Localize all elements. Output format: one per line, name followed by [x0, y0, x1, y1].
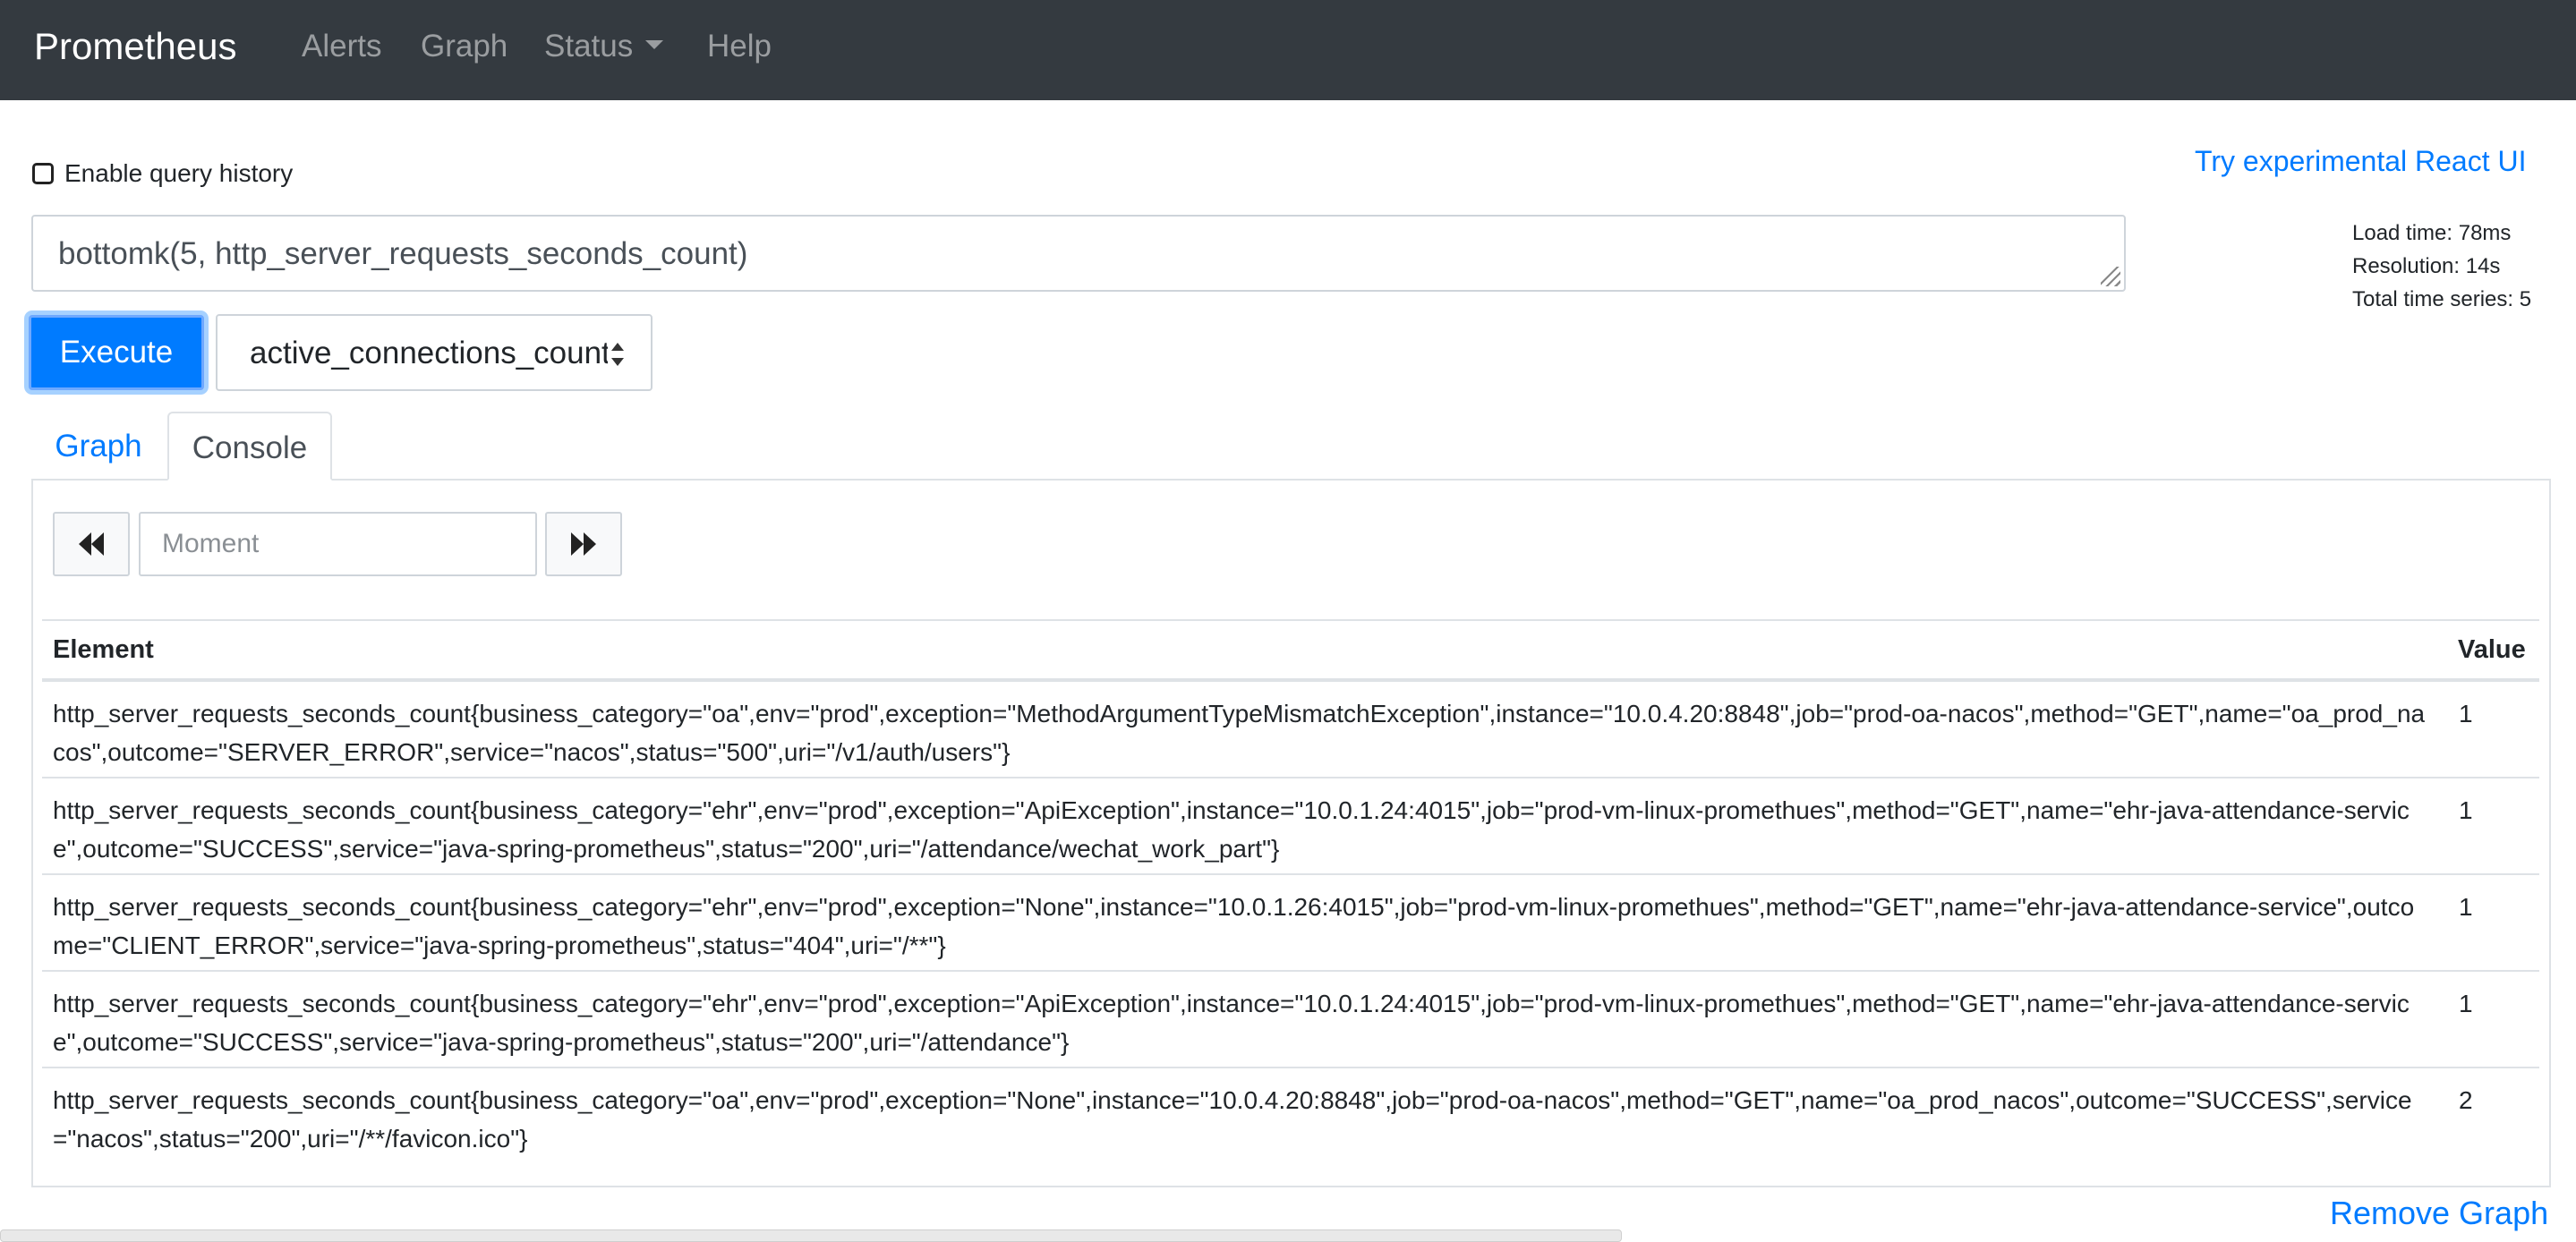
value-cell: 1 [2459, 796, 2473, 824]
expression-input[interactable]: bottomk(5, http_server_requests_seconds_… [31, 215, 2126, 292]
value-cell: 2 [2459, 1086, 2473, 1114]
nav-status[interactable]: Status [544, 27, 664, 66]
table-row: http_server_requests_seconds_count{busin… [42, 1068, 2539, 1165]
query-history-checkbox[interactable] [32, 163, 54, 184]
moment-forward-button[interactable] [545, 512, 622, 576]
remove-graph-link[interactable]: Remove Graph [2330, 1194, 2548, 1233]
total-time-series: Total time series: 5 [2352, 287, 2532, 311]
nav-help[interactable]: Help [707, 27, 772, 66]
tab-graph[interactable]: Graph [31, 412, 166, 481]
nav-graph[interactable]: Graph [421, 27, 508, 66]
tab-console[interactable]: Console [167, 412, 332, 481]
table-row: http_server_requests_seconds_count{busin… [42, 682, 2539, 778]
query-history-label: Enable query history [64, 159, 294, 187]
metric-select[interactable]: active_connections_count [216, 314, 653, 391]
column-header-value: Value [2458, 635, 2526, 664]
value-cell: 1 [2459, 700, 2473, 727]
fast-backward-icon [79, 532, 104, 556]
table-top-border [42, 619, 2539, 621]
table-row: http_server_requests_seconds_count{busin… [42, 778, 2539, 875]
element-cell: http_server_requests_seconds_count{busin… [53, 1086, 2412, 1153]
table-row: http_server_requests_seconds_count{busin… [42, 972, 2539, 1068]
execute-button[interactable]: Execute [29, 315, 204, 390]
value-cell: 1 [2459, 893, 2473, 921]
value-cell: 1 [2459, 990, 2473, 1017]
element-cell: http_server_requests_seconds_count{busin… [53, 893, 2415, 959]
nav-alerts[interactable]: Alerts [302, 27, 381, 66]
nav-status-label: Status [544, 29, 634, 64]
fast-forward-icon [571, 532, 596, 556]
navbar: Prometheus Alerts Graph Status Help [0, 0, 2576, 100]
resolution: Resolution: 14s [2352, 254, 2501, 278]
expression-text: bottomk(5, http_server_requests_seconds_… [58, 236, 748, 271]
element-cell: http_server_requests_seconds_count{busin… [53, 796, 2410, 863]
resize-handle-icon[interactable] [2101, 267, 2120, 286]
load-time: Load time: 78ms [2352, 221, 2512, 245]
column-header-element: Element [53, 635, 154, 664]
moment-back-button[interactable] [53, 512, 130, 576]
horizontal-scrollbar[interactable] [0, 1229, 1622, 1242]
caret-down-icon [645, 39, 664, 49]
element-cell: http_server_requests_seconds_count{busin… [53, 700, 2426, 766]
query-stats: Load time: 78ms Resolution: 14s Total ti… [2352, 217, 2531, 316]
table-row: http_server_requests_seconds_count{busin… [42, 875, 2539, 972]
select-arrows-icon [611, 343, 624, 366]
element-cell: http_server_requests_seconds_count{busin… [53, 990, 2410, 1056]
metric-select-value: active_connections_count [250, 336, 608, 370]
moment-input[interactable] [139, 512, 537, 576]
react-ui-link[interactable]: Try experimental React UI [2195, 143, 2526, 179]
brand-title[interactable]: Prometheus [34, 23, 236, 70]
query-history-toggle[interactable]: Enable query history [32, 157, 293, 190]
